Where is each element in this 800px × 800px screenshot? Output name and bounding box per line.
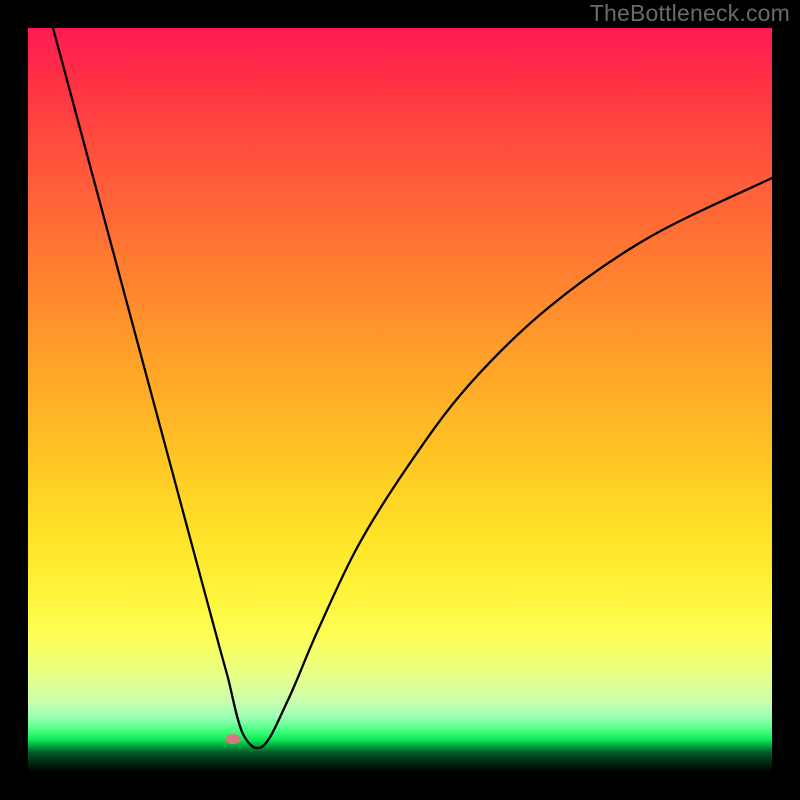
plot-area [28, 28, 772, 772]
chart-frame: TheBottleneck.com [0, 0, 800, 800]
watermark-text: TheBottleneck.com [590, 0, 790, 27]
bottleneck-curve [28, 28, 772, 772]
curve-path [53, 28, 772, 748]
minimum-marker [226, 734, 241, 744]
